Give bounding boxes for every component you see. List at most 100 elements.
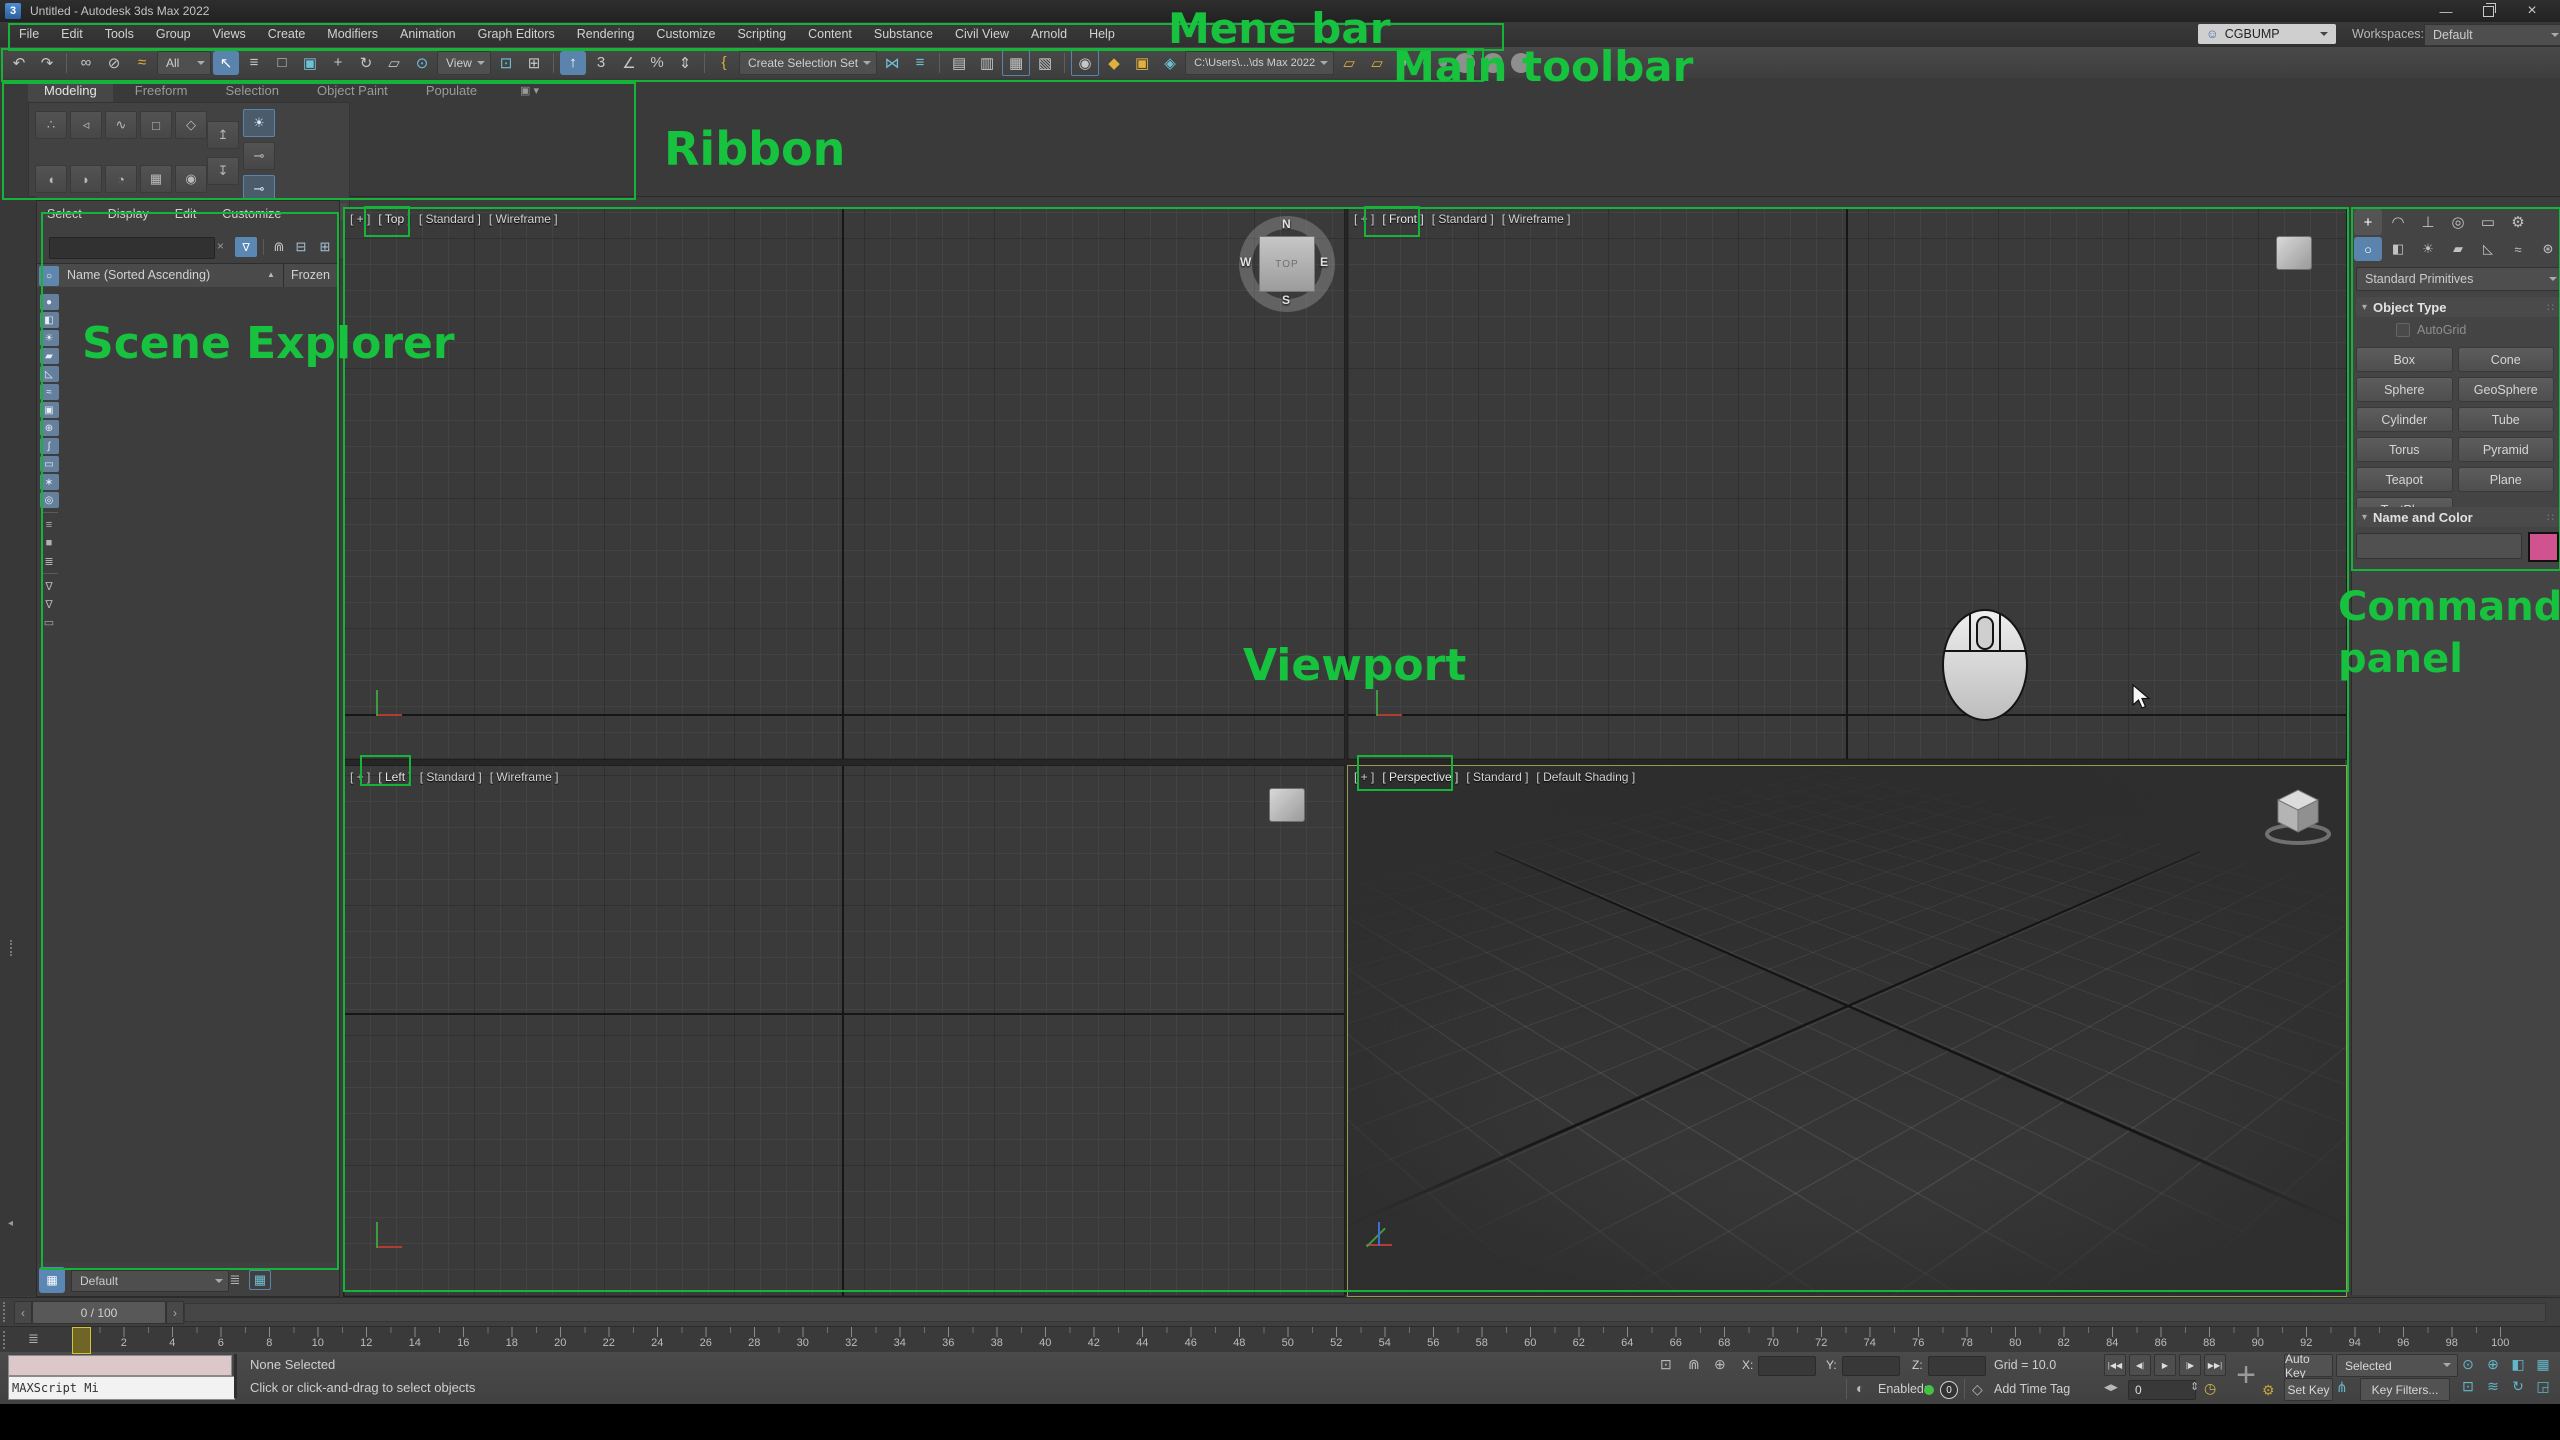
close-button[interactable]: × [2509, 0, 2555, 22]
viewport-left[interactable]: [ + ] [ Left ] [ Standard ] [ Wireframe … [343, 765, 1345, 1297]
polygon-tool-icon[interactable]: ◖ [35, 165, 67, 193]
scene-explorer-menu[interactable]: Customize [222, 207, 281, 221]
menu-item[interactable]: Substance [863, 22, 944, 47]
percent-snap-icon[interactable]: % [644, 51, 670, 75]
current-frame-field[interactable]: 0 [2128, 1380, 2196, 1400]
object-type-button[interactable]: Sphere [2356, 377, 2453, 402]
go-to-end-button[interactable]: ▶▶| [2204, 1354, 2226, 1376]
select-and-link-icon[interactable]: ∞ [73, 51, 99, 75]
z-coordinate-field[interactable] [1928, 1356, 1986, 1376]
open-mini-curve-editor-icon[interactable]: ≣ [28, 1331, 39, 1347]
zoom-region-icon[interactable]: ⊡ [2456, 1376, 2480, 1397]
object-color-swatch[interactable] [2528, 532, 2559, 562]
set-key-filters-icon[interactable]: ⋔ [2336, 1379, 2348, 1396]
menu-item[interactable]: Arnold [1020, 22, 1078, 47]
render-setup-icon[interactable]: ◆ [1101, 51, 1127, 75]
play-button[interactable]: ▶ [2154, 1354, 2176, 1376]
redo-icon[interactable]: ↷ [34, 51, 60, 75]
tab-modify[interactable]: ◠ [2384, 209, 2412, 235]
viewcube-3d[interactable] [2263, 782, 2333, 846]
column-divider[interactable] [283, 264, 284, 288]
menu-item[interactable]: Modifiers [316, 22, 389, 47]
select-and-place-icon[interactable]: ⊙ [409, 51, 435, 75]
shift-up-icon[interactable]: ↥ [207, 121, 239, 149]
orbit-icon[interactable]: ↻ [2506, 1376, 2530, 1397]
tab-create[interactable]: + [2354, 209, 2382, 235]
menu-item[interactable]: Rendering [566, 22, 646, 47]
viewport-menu-plus[interactable]: [ + ] [350, 212, 370, 226]
add-tool-icon[interactable]: + [1392, 51, 1418, 75]
search-input[interactable] [49, 237, 215, 259]
rollout-grip-icon[interactable]: ∷ [2547, 511, 2554, 524]
window-crossing-icon[interactable]: ▣ [297, 51, 323, 75]
category-helpers-icon[interactable]: ◺ [2474, 237, 2502, 261]
viewport-shading-label[interactable]: [ Default Shading ] [1536, 770, 1635, 784]
display-space-warps-icon[interactable]: ≈ [40, 384, 59, 400]
display-xrefs-icon[interactable]: ▣ [40, 402, 59, 418]
menu-item[interactable]: Civil View [944, 22, 1020, 47]
vertex-mode-icon[interactable]: ∴ [35, 111, 67, 139]
scene-explorer-menu[interactable]: Edit [175, 207, 197, 221]
viewport-name-label[interactable]: [ Perspective ] [1382, 770, 1458, 784]
key-filters-button[interactable]: Key Filters... [2360, 1378, 2450, 1401]
object-type-button[interactable]: Box [2356, 347, 2453, 372]
pin-toggle-icon[interactable]: ⊸ [243, 175, 275, 203]
align-icon[interactable]: ≡ [907, 51, 933, 75]
add-time-tag-label[interactable]: Add Time Tag [1994, 1382, 2070, 1396]
object-name-field[interactable] [2356, 533, 2522, 559]
tab-utilities[interactable]: ⚙ [2504, 209, 2532, 235]
zoom-icon[interactable]: ⊙ [2456, 1354, 2480, 1375]
compass-west[interactable]: W [1240, 255, 1251, 269]
pin-stack-icon[interactable]: ⊸ [243, 142, 275, 170]
x-coordinate-field[interactable] [1758, 1356, 1816, 1376]
menu-item[interactable]: Customize [645, 22, 726, 47]
polygon-tool-icon[interactable]: ◉ [175, 165, 207, 193]
viewport-menu-plus[interactable]: [ + ] [350, 770, 370, 784]
next-frame-button[interactable]: |▶ [2179, 1354, 2201, 1376]
frozen-column-header[interactable]: Frozen [291, 268, 330, 282]
collapse-arrow-icon[interactable]: ◂ [8, 1218, 13, 1229]
frame-spinner-icon[interactable]: ⇕ [2190, 1380, 2199, 1393]
object-type-button[interactable]: Pyramid [2458, 437, 2555, 462]
toolbar-grip[interactable] [3, 1331, 9, 1349]
viewcube-mini[interactable] [1269, 788, 1305, 822]
material-editor-icon[interactable]: ◉ [1071, 50, 1099, 76]
compass-south[interactable]: S [1282, 293, 1290, 307]
category-geometry-icon[interactable]: ○ [2354, 237, 2382, 261]
menu-item[interactable]: Views [202, 22, 257, 47]
display-shapes-icon[interactable]: ◧ [40, 312, 59, 328]
zoom-extents-icon[interactable]: ◧ [2506, 1354, 2530, 1375]
save-folder-icon[interactable]: ▱ [1364, 51, 1390, 75]
warning-count-badge[interactable]: 0 [1940, 1381, 1958, 1399]
bind-to-space-warp-icon[interactable]: ≈ [129, 51, 155, 75]
tab-object-paint[interactable]: Object Paint [301, 80, 404, 102]
viewport-name-label[interactable]: [ Front ] [1382, 212, 1423, 226]
flat-view-icon[interactable]: ■ [40, 535, 59, 551]
toolbar-separator[interactable] [66, 53, 67, 73]
polygon-tool-icon[interactable]: ◗ [70, 165, 102, 193]
tab-freeform[interactable]: Freeform [119, 80, 204, 102]
tab-motion[interactable]: ◎ [2444, 209, 2472, 235]
category-cameras-icon[interactable]: ▰ [2444, 237, 2472, 261]
category-dropdown[interactable]: Standard Primitives [2356, 267, 2560, 291]
viewport-shading-label[interactable]: [ Wireframe ] [490, 770, 559, 784]
menu-item[interactable]: Tools [94, 22, 145, 47]
name-column-header[interactable]: Name (Sorted Ascending) [67, 268, 210, 282]
next-frame-arrow[interactable]: › [166, 1301, 184, 1324]
viewport-perspective[interactable]: [ + ] [ Perspective ] [ Standard ] [ Def… [1347, 765, 2347, 1297]
viewport-render-style[interactable]: [ Standard ] [1466, 770, 1528, 784]
time-tag-icon[interactable]: ◇ [1972, 1381, 1983, 1398]
rollout-grip-icon[interactable]: ∷ [2547, 301, 2554, 314]
filter-settings-icon[interactable]: ∇ [40, 578, 59, 594]
grid-options-icon[interactable]: ▦ [249, 1270, 271, 1290]
polygon-tool-icon[interactable]: ▦ [140, 165, 172, 193]
object-type-button[interactable]: Torus [2356, 437, 2453, 462]
toolbar-circle-icon[interactable] [1511, 53, 1531, 73]
menu-item[interactable]: Help [1078, 22, 1126, 47]
current-frame-marker[interactable] [72, 1327, 91, 1354]
toolbar-circle-icon[interactable] [1423, 59, 1431, 67]
coordinate-mode-icon[interactable]: ⊕ [1714, 1356, 1726, 1373]
key-clock-icon[interactable]: ◷ [2204, 1380, 2216, 1397]
clear-search-icon[interactable]: × [217, 239, 224, 253]
edge-mode-icon[interactable]: ◃ [70, 111, 102, 139]
